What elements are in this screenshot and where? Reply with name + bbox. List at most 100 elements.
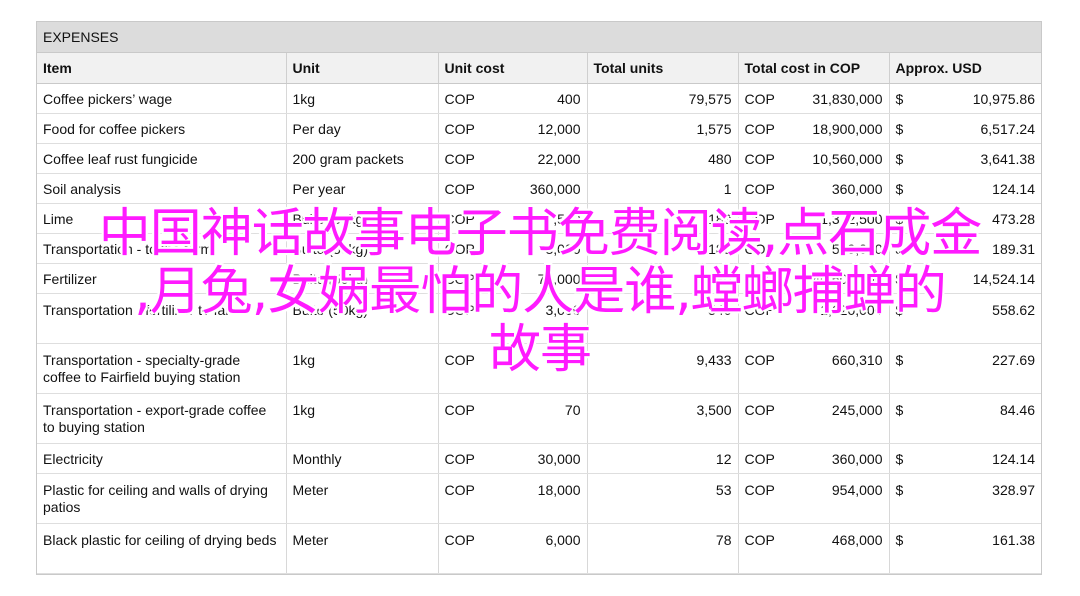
table-row: Coffee pickers’ wage 1kg COP 400 79,575 C… — [37, 83, 1041, 114]
col-header-usd: Approx. USD — [889, 53, 1041, 84]
amount: 328.97 — [992, 482, 1035, 498]
cell-unit: Meter — [286, 473, 439, 524]
dollar-sign: $ — [895, 402, 904, 418]
amount: 18,900,000 — [812, 121, 883, 137]
currency-code: COP — [744, 121, 775, 137]
cell-item: Transportation - fertilizer to farm — [37, 293, 287, 344]
amount: 6,000 — [545, 532, 581, 548]
amount: 84.46 — [999, 402, 1035, 418]
amount: 6,517.24 — [980, 121, 1036, 137]
cell-usd: $124.14 — [889, 443, 1041, 474]
cell-unit-cost: COP 6,000 — [438, 523, 588, 574]
currency-code: COP — [744, 302, 775, 318]
currency-code: COP — [444, 181, 475, 197]
amount: 10,560,000 — [812, 151, 883, 167]
cell-usd: $84.46 — [889, 393, 1041, 444]
table-row: Soil analysis Per year COP 360,000 1 COP 3… — [37, 173, 1041, 204]
amount: 360,000 — [831, 181, 883, 197]
cell-unit: Monthly — [286, 443, 439, 474]
cell-total-units: 9,433 — [587, 343, 739, 394]
cell-total-cost: COP 1,620,000 — [738, 293, 890, 344]
amount: 1,620,000 — [820, 302, 883, 318]
amount: 400 — [557, 91, 581, 107]
currency-code: COP — [744, 532, 775, 548]
amount: 18,000 — [537, 482, 581, 498]
cell-unit-cost: COP 70 — [438, 393, 588, 444]
cell-unit-cost: COP 360,000 — [438, 173, 588, 204]
cell-item: Plastic for ceiling and walls of drying … — [37, 473, 287, 524]
amount: 3,000 — [545, 241, 581, 257]
table-row: Transportation - specialty-grade coffee … — [37, 343, 1041, 394]
amount: 660,310 — [831, 352, 883, 368]
cell-total-units: 1 — [587, 173, 739, 204]
cell-usd: $558.62 — [889, 293, 1041, 344]
cell-item: Coffee leaf rust fungicide — [37, 143, 287, 174]
cell-total-units: 480 — [587, 143, 739, 174]
cell-unit: Bulto (50kg) — [286, 203, 439, 234]
dollar-sign: $ — [895, 532, 904, 548]
cell-usd: $161.38 — [889, 523, 1041, 574]
cell-usd: $3,641.38 — [889, 143, 1041, 174]
cell-total-cost: COP 660,310 — [738, 343, 890, 394]
dollar-sign: $ — [895, 451, 904, 467]
currency-code: COP — [444, 121, 475, 137]
table-row: Food for coffee pickers Per day COP 12,00… — [37, 113, 1041, 144]
sheet-title: EXPENSES — [37, 22, 1041, 53]
table-row: Transportation - to the farm Bulto (50kg… — [37, 233, 1041, 264]
amount: 468,000 — [831, 532, 883, 548]
amount: 558.62 — [992, 302, 1035, 318]
cell-total-cost: COP 360,000 — [738, 173, 890, 204]
amount: 161.38 — [992, 532, 1035, 548]
currency-code: COP — [744, 271, 775, 287]
cell-total-units: 580 — [587, 263, 739, 294]
amount: 360,000 — [831, 451, 883, 467]
cell-total-units: 183 — [587, 233, 739, 264]
cell-unit: 200 gram packets — [286, 143, 439, 174]
cell-total-units: 183 — [587, 203, 739, 234]
cell-usd: $124.14 — [889, 173, 1041, 204]
amount: 10,975.86 — [972, 91, 1035, 107]
dollar-sign: $ — [895, 211, 904, 227]
cell-item: Fertilizer — [37, 263, 287, 294]
table-row: Fertilizer Bulto (50kg) COP 70,000 580 CO… — [37, 263, 1041, 294]
cell-unit-cost: COP 3,000 — [438, 233, 588, 264]
table-row: Transportation - export-grade coffee to … — [37, 393, 1041, 444]
col-header-total-units: Total units — [587, 53, 739, 84]
currency-code: COP — [744, 181, 775, 197]
cell-total-units: 79,575 — [587, 83, 739, 114]
cell-usd: $10,975.86 — [889, 83, 1041, 114]
col-header-unit: Unit — [286, 53, 439, 84]
cell-item: Black plastic for ceiling of drying beds — [37, 523, 287, 574]
dollar-sign: $ — [895, 302, 904, 318]
table-row: Electricity Monthly COP 30,000 12 COP 360,… — [37, 443, 1041, 474]
amount: 954,000 — [831, 482, 883, 498]
dollar-sign: $ — [895, 91, 904, 107]
cell-item: Transportation - to the farm — [37, 233, 287, 264]
cell-total-cost: COP 1,372,500 — [738, 203, 890, 234]
cell-total-cost: COP 954,000 — [738, 473, 890, 524]
amount: 30,000 — [537, 451, 581, 467]
amount: 70 — [564, 402, 581, 418]
cell-unit: Per year — [286, 173, 439, 204]
currency-code: COP — [444, 451, 475, 467]
cell-unit-cost: COP 30,000 — [438, 443, 588, 474]
amount: 40,600,000 — [812, 271, 883, 287]
screenshot-frame: EXPENSES Item Unit Unit cost Total units… — [0, 0, 1080, 596]
cell-unit-cost: COP 3,000 — [438, 293, 588, 344]
currency-code: COP — [444, 352, 475, 368]
header-row: Item Unit Unit cost Total units Total co… — [37, 53, 1041, 84]
cell-unit-cost: COP 18,000 — [438, 473, 588, 524]
cell-total-cost: COP 245,000 — [738, 393, 890, 444]
dollar-sign: $ — [895, 482, 904, 498]
dollar-sign: $ — [895, 151, 904, 167]
col-header-total-cost: Total cost in COP — [738, 53, 890, 84]
cell-unit: 1kg — [286, 83, 439, 114]
table-row: Black plastic for ceiling of drying beds… — [37, 523, 1041, 574]
cell-unit: Bulto (50kg) — [286, 233, 439, 264]
currency-code: COP — [444, 302, 475, 318]
col-header-item: Item — [37, 53, 287, 84]
cell-total-units: 12 — [587, 443, 739, 474]
cell-item: Lime — [37, 203, 287, 234]
amount: 12,000 — [537, 121, 581, 137]
currency-code: COP — [444, 241, 475, 257]
